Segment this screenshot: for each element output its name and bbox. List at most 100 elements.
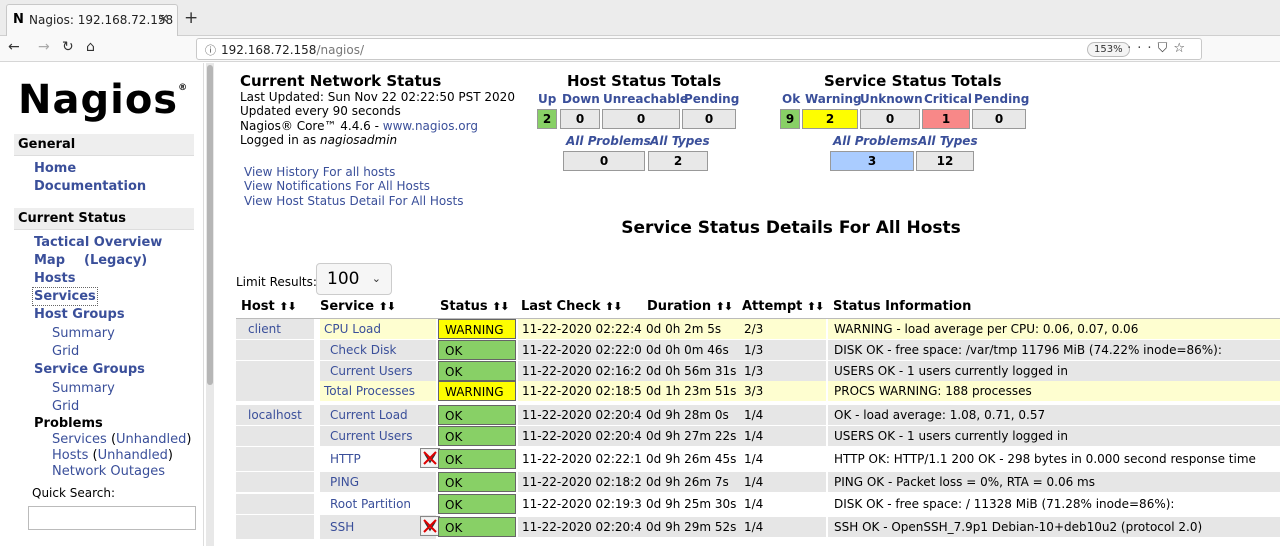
- host-link[interactable]: client: [236, 319, 314, 339]
- host-down-count: 0: [560, 109, 600, 129]
- service-link[interactable]: PING: [320, 472, 436, 492]
- host-link[interactable]: [236, 447, 314, 471]
- host-up-header[interactable]: Up: [538, 92, 556, 106]
- limit-results-select[interactable]: 100 ⌄: [316, 263, 392, 295]
- back-icon[interactable]: ←: [8, 39, 20, 55]
- col-header-service: Service ⬆⬇: [320, 299, 396, 314]
- host-pending-header[interactable]: Pending: [684, 92, 739, 106]
- last-updated: Last Updated: Sun Nov 22 02:22:50 PST 20…: [240, 90, 515, 104]
- link-view-host-detail[interactable]: View Host Status Detail For All Hosts: [244, 194, 463, 208]
- nav-host-groups-grid[interactable]: Grid: [52, 344, 79, 359]
- url-bar[interactable]: ⓘ 192.168.72.158/nagios/ 153% ···⛉☆: [196, 38, 1202, 60]
- nagios-org-link[interactable]: www.nagios.org: [383, 119, 478, 133]
- flapping-disabled-icon[interactable]: [420, 516, 440, 536]
- sort-arrows-icon[interactable]: ⬆⬇: [716, 300, 733, 313]
- sort-arrows-icon[interactable]: ⬆⬇: [492, 300, 509, 313]
- link-view-history[interactable]: View History For all hosts: [244, 165, 395, 179]
- host-link[interactable]: [236, 426, 314, 446]
- host-link[interactable]: [236, 381, 314, 401]
- host-link[interactable]: [236, 340, 314, 360]
- host-down-header[interactable]: Down: [562, 92, 600, 106]
- svc-warning-header[interactable]: Warning: [805, 92, 862, 106]
- browser-tab-bar: N Nagios: 192.168.72.158 ✕ +: [0, 0, 1280, 36]
- host-link[interactable]: [236, 472, 314, 492]
- service-link[interactable]: Current Users: [320, 426, 436, 446]
- reload-icon[interactable]: ↻: [62, 39, 74, 55]
- sort-arrows-icon[interactable]: ⬆⬇: [807, 300, 824, 313]
- chevron-down-icon: ⌄: [371, 272, 381, 285]
- duration: 0d 0h 56m 31s: [642, 361, 738, 381]
- quick-search-input[interactable]: [28, 506, 196, 530]
- bookmark-star-icon[interactable]: ☆: [1173, 41, 1191, 56]
- host-all-problems-header[interactable]: All Problems: [566, 134, 651, 148]
- sort-arrows-icon[interactable]: ⬆⬇: [605, 300, 622, 313]
- flapping-disabled-icon[interactable]: [420, 448, 440, 468]
- nav-map-legacy[interactable]: (Legacy): [84, 253, 147, 268]
- new-tab-icon[interactable]: +: [184, 8, 198, 28]
- nav-problems-services-link[interactable]: Services: [52, 432, 107, 447]
- host-all-types-header[interactable]: All Types: [650, 134, 710, 148]
- forward-icon[interactable]: →: [38, 39, 50, 55]
- attempt: 1/4: [738, 426, 826, 446]
- svc-all-types-header[interactable]: All Types: [918, 134, 978, 148]
- sidebar-scrollbar-thumb[interactable]: [207, 65, 213, 385]
- status-badge: OK: [438, 472, 516, 492]
- nav-home[interactable]: Home: [34, 161, 76, 176]
- service-link[interactable]: HTTP: [320, 447, 436, 471]
- host-link[interactable]: [236, 494, 314, 514]
- nagios-favicon-icon: N: [13, 12, 24, 27]
- nav-problems-hosts-unhandled[interactable]: Unhandled: [98, 448, 168, 463]
- info-icon[interactable]: ⓘ: [205, 42, 216, 58]
- nav-tactical-overview[interactable]: Tactical Overview: [34, 235, 162, 250]
- svc-unknown-header[interactable]: Unknown: [860, 92, 923, 106]
- host-link[interactable]: [236, 361, 314, 381]
- last-check: 11-22-2020 02:20:40: [518, 405, 642, 425]
- home-icon[interactable]: ⌂: [86, 39, 95, 55]
- sidebar-scrollbar[interactable]: [206, 63, 214, 546]
- host-link[interactable]: localhost: [236, 405, 314, 425]
- table-row: SSH OK 11-22-2020 02:20:40 0d 9h 29m 52s…: [236, 515, 1280, 539]
- svc-all-problems-header[interactable]: All Problems: [833, 134, 918, 148]
- host-unreachable-count: 0: [602, 109, 680, 129]
- host-link[interactable]: [236, 515, 314, 539]
- svc-pending-header[interactable]: Pending: [974, 92, 1029, 106]
- nav-services[interactable]: Services: [32, 287, 98, 306]
- service-link[interactable]: Total Processes: [320, 381, 436, 401]
- nagios-logo[interactable]: Nagios®: [18, 77, 188, 123]
- pocket-icon[interactable]: ⛉: [1158, 41, 1174, 56]
- nav-problems-hosts-link[interactable]: Hosts: [52, 448, 88, 463]
- browser-tab[interactable]: N Nagios: 192.168.72.158 ✕: [6, 4, 178, 36]
- nav-service-groups-summary[interactable]: Summary: [52, 381, 115, 396]
- nav-problems-services: Services (Unhandled): [52, 432, 192, 447]
- sort-arrows-icon[interactable]: ⬆⬇: [279, 300, 296, 313]
- nav-service-groups-grid[interactable]: Grid: [52, 399, 79, 414]
- nav-host-groups-summary[interactable]: Summary: [52, 326, 115, 341]
- host-unreachable-header[interactable]: Unreachable: [603, 92, 688, 106]
- zoom-indicator[interactable]: 153%: [1087, 42, 1130, 57]
- sort-arrows-icon[interactable]: ⬆⬇: [379, 300, 396, 313]
- logged-user: nagiosadmin: [320, 133, 398, 147]
- svc-critical-header[interactable]: Critical: [924, 92, 972, 106]
- close-tab-icon[interactable]: ✕: [158, 12, 169, 27]
- service-link[interactable]: Current Load: [320, 405, 436, 425]
- nav-host-groups[interactable]: Host Groups: [34, 307, 125, 322]
- nav-service-groups[interactable]: Service Groups: [34, 362, 145, 377]
- table-row: PING OK 11-22-2020 02:18:25 0d 9h 26m 7s…: [236, 472, 1280, 492]
- nav-problems-services-unhandled[interactable]: Unhandled: [116, 432, 186, 447]
- link-view-notifications[interactable]: View Notifications For All Hosts: [244, 179, 430, 193]
- problems-label: Problems: [34, 416, 103, 431]
- service-link[interactable]: Current Users: [320, 361, 436, 381]
- nav-problems-hosts: Hosts (Unhandled): [52, 448, 173, 463]
- nav-documentation[interactable]: Documentation: [34, 179, 146, 194]
- duration: 0d 0h 0m 46s: [642, 340, 738, 360]
- svc-ok-header[interactable]: Ok: [782, 92, 800, 106]
- service-link[interactable]: Check Disk: [320, 340, 436, 360]
- nav-hosts[interactable]: Hosts: [34, 271, 76, 286]
- service-link[interactable]: CPU Load: [320, 319, 436, 339]
- col-header-host: Host ⬆⬇: [241, 299, 297, 314]
- service-link[interactable]: SSH: [320, 515, 436, 539]
- nav-map[interactable]: Map: [34, 253, 65, 268]
- service-link[interactable]: Root Partition: [320, 494, 436, 514]
- more-actions-icon[interactable]: ···: [1127, 41, 1157, 56]
- nav-network-outages[interactable]: Network Outages: [52, 464, 165, 479]
